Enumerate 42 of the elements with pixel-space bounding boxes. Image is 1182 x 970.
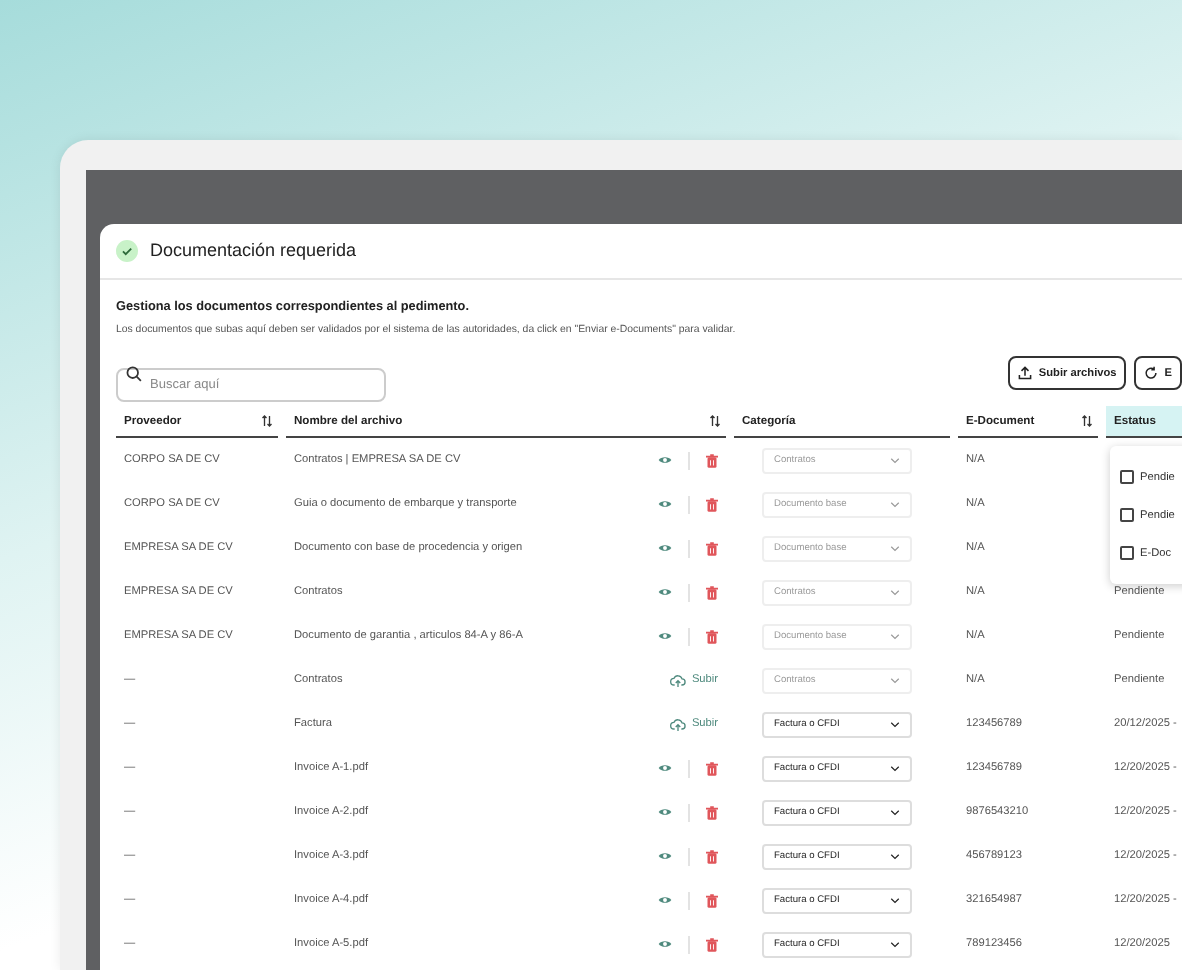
eye-icon[interactable] [658, 542, 672, 555]
chevron-down-icon [890, 765, 900, 772]
chevron-down-icon [890, 721, 900, 728]
trash-icon[interactable] [706, 453, 718, 468]
chevron-down-icon [890, 853, 900, 860]
check-icon [116, 240, 138, 262]
eye-icon[interactable] [658, 938, 672, 951]
sort-icon [1082, 414, 1092, 429]
eye-icon[interactable] [658, 498, 672, 511]
sort-icon [262, 414, 272, 429]
cloud-upload-icon [669, 673, 686, 688]
eye-icon[interactable] [658, 850, 672, 863]
chevron-down-icon [890, 677, 900, 684]
trash-icon[interactable] [706, 761, 718, 776]
chevron-down-icon [890, 589, 900, 596]
eye-icon[interactable] [658, 762, 672, 775]
eye-icon[interactable] [658, 630, 672, 643]
chevron-down-icon [890, 545, 900, 552]
search-icon [126, 365, 142, 382]
chevron-down-icon [890, 457, 900, 464]
eye-icon[interactable] [658, 586, 672, 599]
upload-icon [1018, 366, 1033, 381]
trash-icon[interactable] [706, 893, 718, 908]
trash-icon[interactable] [706, 497, 718, 512]
eye-icon[interactable] [658, 454, 672, 467]
trash-icon[interactable] [706, 541, 718, 556]
trash-icon[interactable] [706, 805, 718, 820]
trash-icon[interactable] [706, 585, 718, 600]
chevron-down-icon [890, 501, 900, 508]
chevron-down-icon [890, 897, 900, 904]
sort-icon [710, 414, 720, 429]
trash-icon[interactable] [706, 849, 718, 864]
modal-title: Documentación requerida [150, 237, 357, 264]
refresh-icon [1144, 366, 1159, 381]
cloud-upload-icon [669, 717, 686, 732]
eye-icon[interactable] [658, 806, 672, 819]
chevron-down-icon [890, 941, 900, 948]
trash-icon[interactable] [706, 629, 718, 644]
chevron-down-icon [890, 809, 900, 816]
chevron-down-icon [890, 633, 900, 640]
trash-icon[interactable] [706, 937, 718, 952]
eye-icon[interactable] [658, 894, 672, 907]
